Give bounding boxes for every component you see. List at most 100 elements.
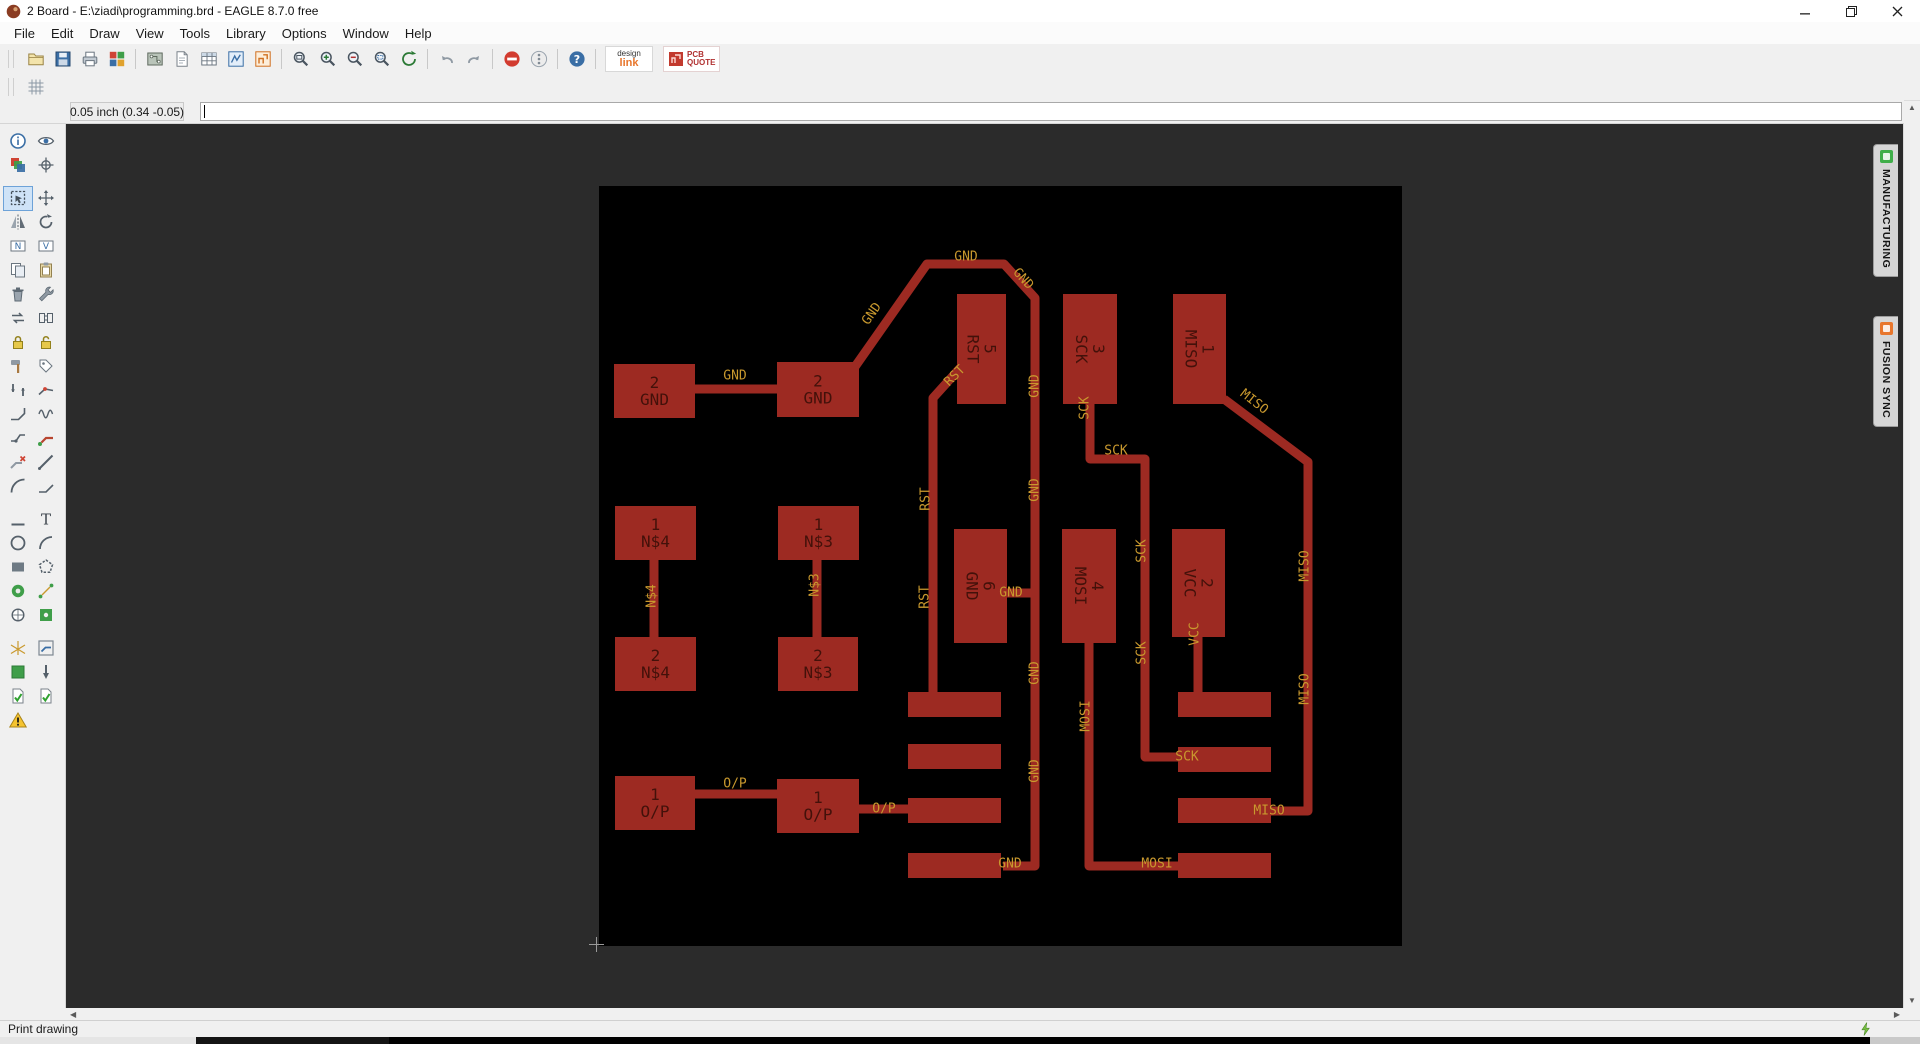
v-scrollbar[interactable]: ▲ ▼ <box>1903 100 1920 1008</box>
attribute-icon[interactable] <box>32 355 60 378</box>
wire-icon[interactable] <box>32 451 60 474</box>
pad[interactable] <box>908 744 1001 769</box>
ratsnest-icon[interactable] <box>4 637 32 660</box>
bend-icon[interactable] <box>32 475 60 498</box>
go-icon[interactable] <box>525 46 552 72</box>
zoom-select-icon[interactable] <box>368 46 395 72</box>
unlock-icon[interactable] <box>32 331 60 354</box>
zoom-out-icon[interactable] <box>341 46 368 72</box>
name-icon[interactable]: N <box>4 235 32 258</box>
paste-icon[interactable] <box>32 259 60 282</box>
gateswap-icon[interactable] <box>32 307 60 330</box>
manufacturing-tab[interactable]: MANUFACTURING <box>1873 144 1898 277</box>
table-icon[interactable] <box>195 46 222 72</box>
command-input[interactable] <box>200 102 1902 121</box>
drc-ok-icon[interactable] <box>32 685 60 708</box>
pad-icon[interactable] <box>32 604 60 627</box>
pcb-quote-button[interactable]: PCB QUOTE <box>663 46 720 72</box>
board-icon[interactable] <box>141 46 168 72</box>
drc-icon[interactable] <box>4 661 32 684</box>
drill-icon[interactable] <box>32 661 60 684</box>
close-button[interactable] <box>1874 0 1920 22</box>
sch-icon[interactable] <box>222 46 249 72</box>
menu-file[interactable]: File <box>6 24 43 43</box>
zoom-fit-icon[interactable] <box>287 46 314 72</box>
menu-view[interactable]: View <box>128 24 172 43</box>
circle-icon[interactable] <box>4 532 32 555</box>
group-icon[interactable] <box>4 187 32 210</box>
move-icon[interactable] <box>32 187 60 210</box>
split-icon[interactable] <box>32 379 60 402</box>
scroll-left-icon[interactable]: ◀ <box>66 1010 80 1019</box>
open-icon[interactable] <box>22 46 49 72</box>
taskbar-segment <box>389 1037 1870 1044</box>
miter-icon[interactable] <box>4 403 32 426</box>
smash-icon[interactable] <box>4 355 32 378</box>
zoom-in-icon[interactable] <box>314 46 341 72</box>
rect-icon[interactable] <box>4 556 32 579</box>
replace-icon[interactable] <box>4 307 32 330</box>
mirror-icon[interactable] <box>4 211 32 234</box>
sheet-icon[interactable] <box>168 46 195 72</box>
line-icon[interactable] <box>4 508 32 531</box>
restore-button[interactable] <box>1828 0 1874 22</box>
pinswap-icon[interactable] <box>4 379 32 402</box>
menu-draw[interactable]: Draw <box>81 24 127 43</box>
change-icon[interactable] <box>32 283 60 306</box>
menu-tools[interactable]: Tools <box>172 24 218 43</box>
autoroute-icon[interactable] <box>32 637 60 660</box>
signal-icon[interactable] <box>32 580 60 603</box>
minimize-button[interactable] <box>1782 0 1828 22</box>
stop-icon[interactable] <box>498 46 525 72</box>
grid-icon[interactable] <box>22 74 49 100</box>
mark-icon[interactable] <box>32 154 60 177</box>
text-icon[interactable]: T <box>32 508 60 531</box>
design-link-button[interactable]: design link <box>605 46 653 72</box>
fusion-sync-tab[interactable]: FUSION SYNC <box>1873 316 1898 427</box>
menu-edit[interactable]: Edit <box>43 24 81 43</box>
rotate-icon[interactable] <box>32 211 60 234</box>
undo-icon[interactable] <box>433 46 460 72</box>
save-icon[interactable] <box>49 46 76 72</box>
show-icon[interactable] <box>32 130 60 153</box>
help-icon[interactable]: ? <box>563 46 590 72</box>
ripup-icon[interactable] <box>4 451 32 474</box>
scroll-up-icon[interactable]: ▲ <box>1908 100 1916 115</box>
hole-icon[interactable] <box>4 604 32 627</box>
brd-icon[interactable] <box>249 46 276 72</box>
net-label: GND <box>1028 478 1043 502</box>
redo-icon[interactable] <box>460 46 487 72</box>
info-icon[interactable] <box>4 130 32 153</box>
scroll-right-icon[interactable]: ▶ <box>1890 1010 1904 1019</box>
zoom-redraw-icon[interactable] <box>395 46 422 72</box>
pad[interactable] <box>908 853 1001 878</box>
pad[interactable] <box>1178 853 1271 878</box>
arc-icon[interactable] <box>32 532 60 555</box>
erc-ok-icon[interactable] <box>4 685 32 708</box>
display-icon[interactable] <box>4 154 32 177</box>
board-canvas[interactable]: 2GND2GND5RST3SCK1MISO1N$41N$36GND4MOSI2V… <box>599 186 1402 946</box>
trace-GND[interactable] <box>852 264 1035 866</box>
polygon-icon[interactable] <box>32 556 60 579</box>
pad[interactable] <box>908 692 1001 717</box>
curve-icon[interactable] <box>4 475 32 498</box>
optimize-icon[interactable] <box>4 427 32 450</box>
value-icon[interactable]: V <box>32 235 60 258</box>
menu-library[interactable]: Library <box>218 24 274 43</box>
route-icon[interactable] <box>32 427 60 450</box>
warning-icon[interactable] <box>4 709 32 732</box>
menu-help[interactable]: Help <box>397 24 440 43</box>
h-scrollbar[interactable]: ◀ ▶ <box>66 1008 1904 1020</box>
lock-icon[interactable] <box>4 331 32 354</box>
meander-icon[interactable] <box>32 403 60 426</box>
via-icon[interactable] <box>4 580 32 603</box>
copy-icon[interactable] <box>4 259 32 282</box>
print-icon[interactable] <box>76 46 103 72</box>
menu-window[interactable]: Window <box>335 24 397 43</box>
menu-options[interactable]: Options <box>274 24 335 43</box>
cam-icon[interactable] <box>103 46 130 72</box>
scroll-down-icon[interactable]: ▼ <box>1908 993 1916 1008</box>
pad[interactable] <box>908 798 1001 823</box>
delete-icon[interactable] <box>4 283 32 306</box>
pad[interactable] <box>1178 692 1271 717</box>
